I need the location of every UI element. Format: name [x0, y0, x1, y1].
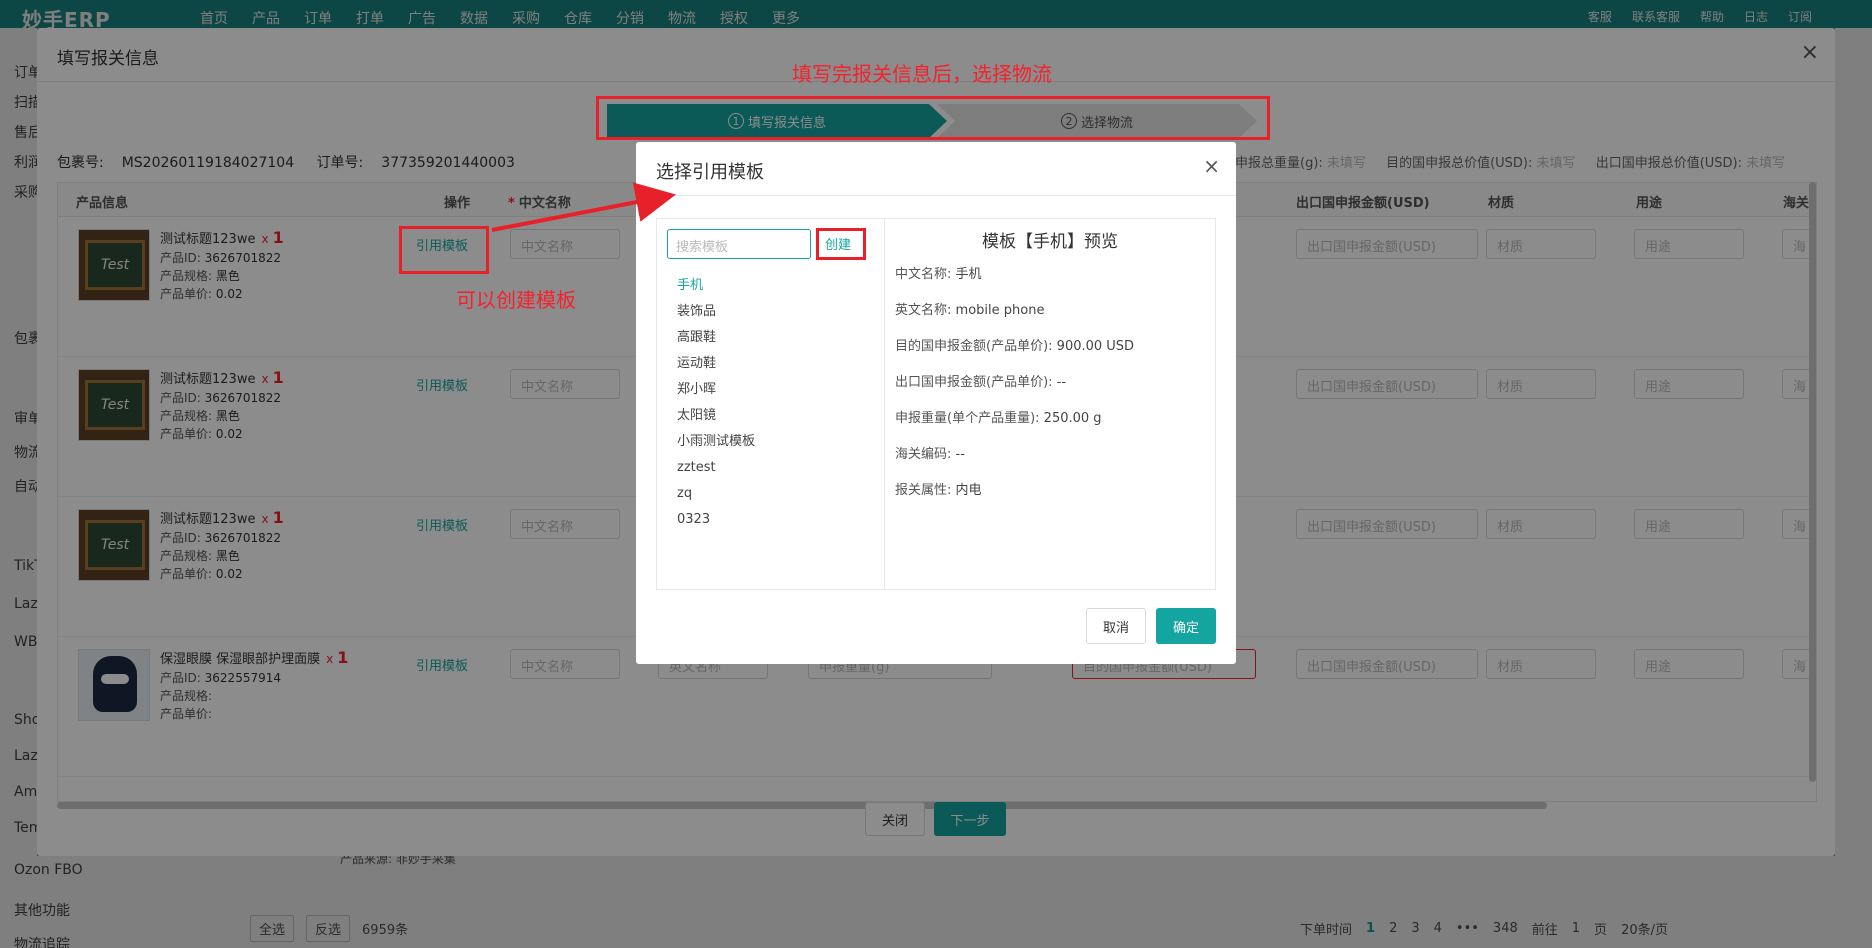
- preview-key: 出口国申报金额(产品单价):: [895, 375, 1053, 390]
- dialog-title: 选择引用模板: [656, 162, 764, 183]
- select-template-dialog: 选择引用模板 × 搜索模板 创建 手机 装饰品 高跟鞋 运动鞋 郑小晖 太阳镜 …: [636, 142, 1236, 664]
- close-icon[interactable]: ×: [1203, 154, 1220, 178]
- preview-value: --: [955, 447, 965, 462]
- preview-value: 900.00 USD: [1056, 339, 1135, 354]
- template-list-pane: 搜索模板 创建 手机 装饰品 高跟鞋 运动鞋 郑小晖 太阳镜 小雨测试模板 zz…: [657, 219, 885, 589]
- annotation-box-quote: [399, 226, 489, 274]
- preview-title: 模板【手机】预览: [982, 232, 1118, 252]
- preview-key: 海关编码:: [895, 447, 952, 462]
- template-item[interactable]: 小雨测试模板: [677, 429, 755, 455]
- template-item[interactable]: 装饰品: [677, 299, 755, 325]
- preview-key: 申报重量(单个产品重量):: [895, 411, 1040, 426]
- preview-key: 目的国申报金额(产品单价):: [895, 339, 1053, 354]
- annotation-box-steps: [596, 96, 1270, 140]
- template-preview-pane: 模板【手机】预览 中文名称: 手机 英文名称: mobile phone 目的国…: [885, 219, 1215, 589]
- preview-key: 英文名称:: [895, 303, 952, 318]
- annotation-top: 填写完报关信息后，选择物流: [792, 62, 1052, 86]
- template-item[interactable]: zztest: [677, 455, 755, 481]
- annotation-box-create: [816, 228, 866, 260]
- preview-value: 内电: [955, 483, 982, 498]
- confirm-button[interactable]: 确定: [1156, 608, 1216, 644]
- template-list: 手机 装饰品 高跟鞋 运动鞋 郑小晖 太阳镜 小雨测试模板 zztest zq …: [677, 273, 755, 533]
- template-item[interactable]: zq: [677, 481, 755, 507]
- template-search-input[interactable]: 搜索模板: [667, 229, 811, 259]
- cancel-button[interactable]: 取消: [1086, 608, 1146, 644]
- preview-key: 中文名称:: [895, 267, 952, 282]
- template-item[interactable]: 运动鞋: [677, 351, 755, 377]
- preview-key: 报关属性:: [895, 483, 952, 498]
- preview-fields: 中文名称: 手机 英文名称: mobile phone 目的国申报金额(产品单价…: [895, 257, 1134, 509]
- preview-value: 手机: [955, 267, 982, 282]
- template-item[interactable]: 0323: [677, 507, 755, 533]
- preview-value: mobile phone: [955, 303, 1045, 318]
- template-panel: 搜索模板 创建 手机 装饰品 高跟鞋 运动鞋 郑小晖 太阳镜 小雨测试模板 zz…: [656, 218, 1216, 590]
- template-item[interactable]: 高跟鞋: [677, 325, 755, 351]
- preview-value: 250.00 g: [1043, 411, 1102, 426]
- dialog-header: 选择引用模板 ×: [636, 142, 1236, 196]
- annotation-left: 可以创建模板: [456, 288, 576, 312]
- preview-value: --: [1056, 375, 1067, 390]
- template-item[interactable]: 手机: [677, 273, 755, 299]
- template-item[interactable]: 郑小晖: [677, 377, 755, 403]
- template-item[interactable]: 太阳镜: [677, 403, 755, 429]
